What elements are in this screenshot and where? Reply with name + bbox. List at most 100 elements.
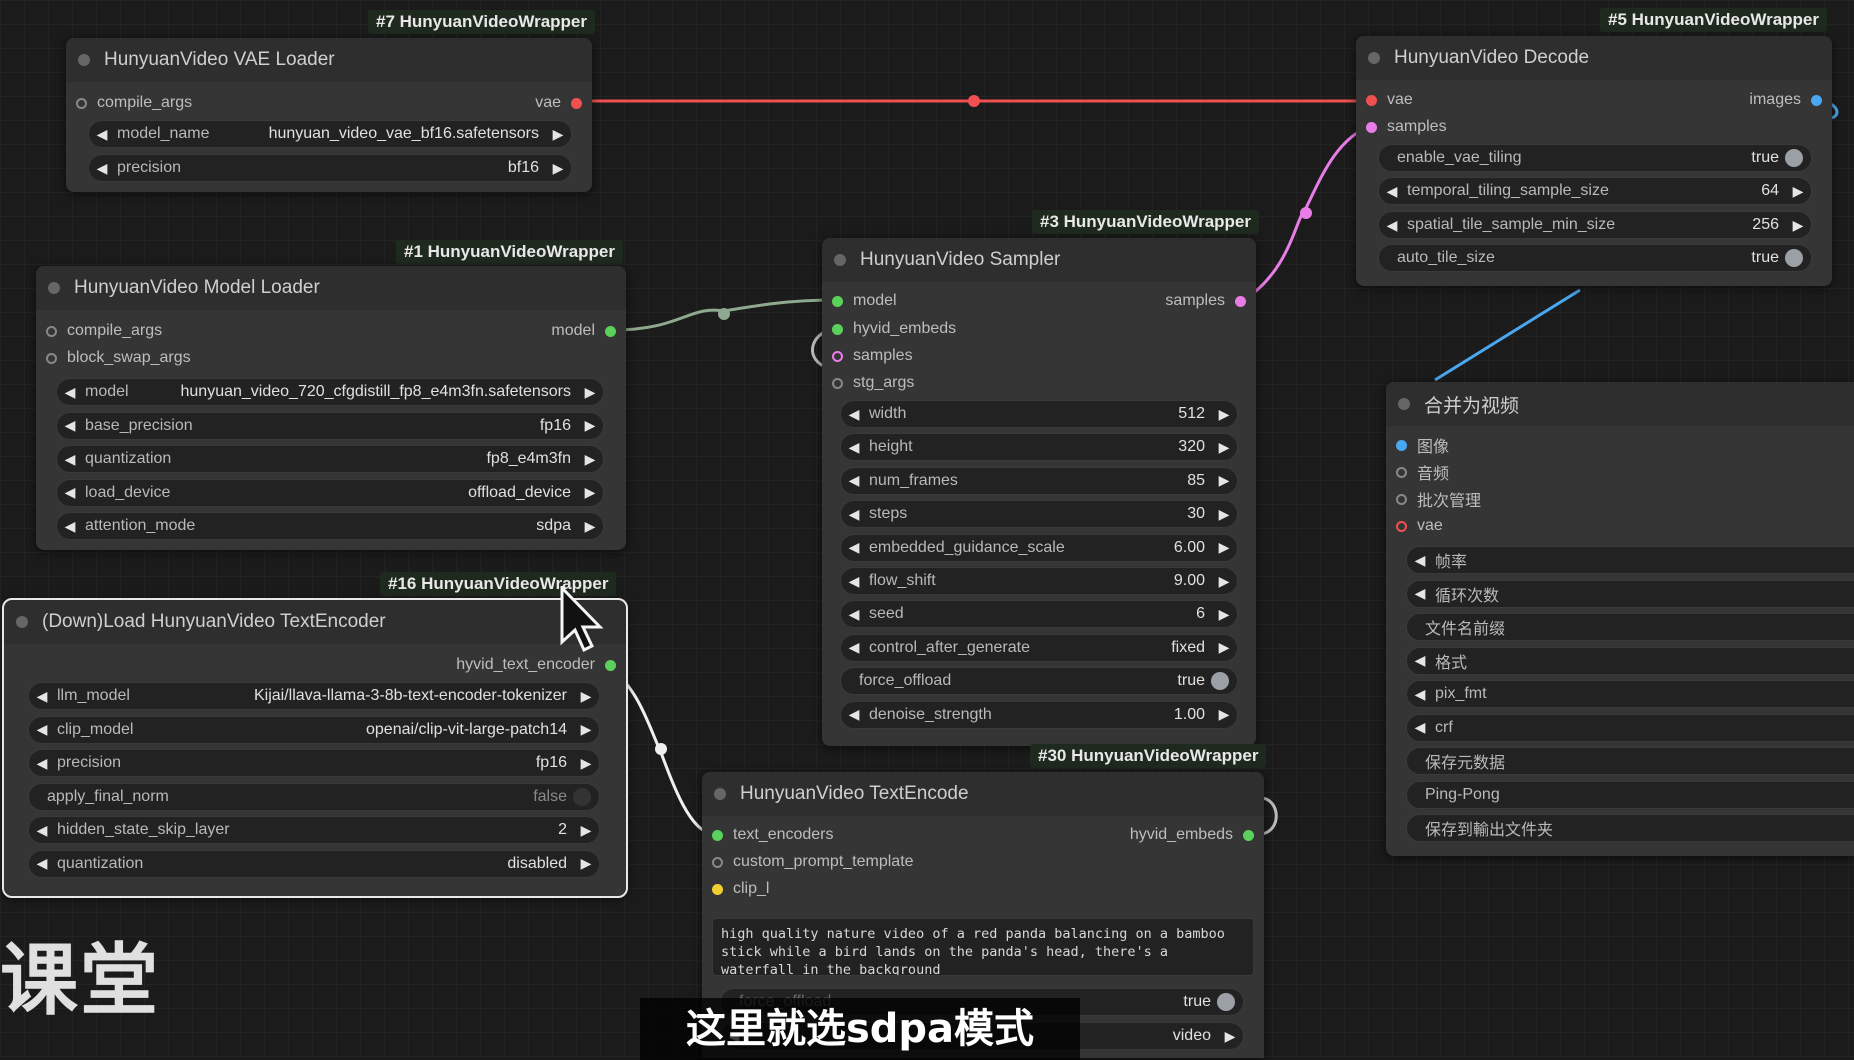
decrement-arrow-icon[interactable]: ◀ [841,606,867,623]
increment-arrow-icon[interactable]: ▶ [1211,439,1237,456]
socket-icon[interactable] [832,323,843,335]
video-combine-widget-6[interactable]: 保存元数据 [1406,747,1854,775]
decrement-arrow-icon[interactable]: ◀ [89,126,115,143]
socket-icon[interactable] [1396,520,1407,532]
decrement-arrow-icon[interactable]: ◀ [89,160,115,177]
socket-icon[interactable] [1243,829,1254,841]
socket-icon[interactable] [605,659,616,671]
decrement-arrow-icon[interactable]: ◀ [57,451,83,468]
input-batch-manager[interactable]: 批次管理 [1396,486,1481,512]
input-hyvid-embeds[interactable]: hyvid_embeds [832,316,956,342]
decrement-arrow-icon[interactable]: ◀ [841,472,867,489]
text-encoder-widget-llm-model[interactable]: ◀ llm_model Kijai/llava-llama-3-8b-text-en… [28,682,600,710]
increment-arrow-icon[interactable]: ▶ [1211,706,1237,723]
decrement-arrow-icon[interactable]: ◀ [841,706,867,723]
toggle-knob-icon[interactable] [1211,672,1229,691]
sampler-widget-height[interactable]: ◀ height 320 ▶ [840,433,1238,462]
decrement-arrow-icon[interactable]: ◀ [57,518,83,535]
input-vae[interactable]: vae [1396,513,1443,539]
sampler-widget-seed[interactable]: ◀ seed 6 ▶ [840,600,1238,629]
decrement-arrow-icon[interactable]: ◀ [29,855,55,872]
input-compile-args[interactable]: compile_args [76,90,192,116]
decrement-arrow-icon[interactable]: ◀ [29,688,55,705]
model-loader-widget-base-precision[interactable]: ◀ base_precision fp16 ▶ [56,411,604,440]
socket-icon[interactable] [712,856,723,868]
socket-icon[interactable] [832,350,843,362]
model-name-widget[interactable]: ◀ model_name hunyuan_video_vae_bf16.safete… [88,120,572,148]
decrement-arrow-icon[interactable]: ◀ [1379,217,1405,234]
text-encoder-widget-quantization[interactable]: ◀ quantization disabled ▶ [28,849,600,878]
socket-icon[interactable] [832,377,843,389]
toggle-knob-icon[interactable] [1785,249,1803,267]
socket-icon[interactable] [832,295,843,307]
decrement-arrow-icon[interactable]: ◀ [1407,652,1433,669]
socket-icon[interactable] [605,325,616,337]
decode-header[interactable]: HunyuanVideo Decode [1356,36,1832,80]
socket-icon[interactable] [712,883,723,895]
decrement-arrow-icon[interactable]: ◀ [1407,686,1433,703]
socket-icon[interactable] [76,97,87,109]
input-text-encoders[interactable]: text_encoders [712,822,834,848]
temporal-tiling-widget[interactable]: ◀ temporal_tiling_sample_size 64 ▶ [1378,177,1812,205]
toggle-knob-icon[interactable] [1785,149,1803,167]
increment-arrow-icon[interactable]: ▶ [573,755,599,772]
input-compile-args[interactable]: compile_args [46,318,162,344]
video-combine-widget-3[interactable]: ◀格式▶ [1406,646,1854,675]
decrement-arrow-icon[interactable]: ◀ [29,721,55,738]
decrement-arrow-icon[interactable]: ◀ [841,406,867,423]
increment-arrow-icon[interactable]: ▶ [1785,217,1811,234]
socket-icon[interactable] [712,829,723,841]
increment-arrow-icon[interactable]: ▶ [577,384,603,401]
socket-icon[interactable] [1366,121,1377,133]
increment-arrow-icon[interactable]: ▶ [1211,406,1237,423]
spatial-tile-widget[interactable]: ◀ spatial_tile_sample_min_size 256 ▶ [1378,211,1812,239]
video-combine-widget-0[interactable]: ◀帧率▶ [1406,546,1854,574]
increment-arrow-icon[interactable]: ▶ [545,126,571,143]
model-loader-widget-attention-mode[interactable]: ◀ attention_mode sdpa ▶ [56,512,604,540]
increment-arrow-icon[interactable]: ▶ [573,822,599,839]
input-samples[interactable]: samples [1366,114,1447,140]
model-loader-widget-quantization[interactable]: ◀ quantization fp8_e4m3fn ▶ [56,445,604,473]
vae-loader-node[interactable]: HunyuanVideo VAE Loader compile_args vae… [66,38,592,192]
decrement-arrow-icon[interactable]: ◀ [29,755,55,772]
increment-arrow-icon[interactable]: ▶ [1211,472,1237,489]
increment-arrow-icon[interactable]: ▶ [1211,539,1237,556]
toggle-knob-icon[interactable] [1217,993,1235,1011]
text-encoder-widget-clip-model[interactable]: ◀ clip_model openai/clip-vit-large-patch14… [28,715,600,744]
text-encoder-loader-node[interactable]: (Down)Load HunyuanVideo TextEncoder hyvi… [2,598,628,898]
output-images[interactable]: images [1749,87,1822,113]
video-combine-widget-7[interactable]: Ping-Pong [1406,780,1854,809]
socket-icon[interactable] [1366,94,1377,106]
collapse-dot-icon[interactable] [78,54,90,66]
increment-arrow-icon[interactable]: ▶ [573,721,599,738]
video-combine-header[interactable]: 合并为视频 [1386,382,1854,426]
input-vae[interactable]: vae [1366,87,1413,113]
socket-icon[interactable] [571,97,582,109]
socket-icon[interactable] [1396,493,1407,505]
video-combine-widget-4[interactable]: ◀pix_fmt▶ [1406,680,1854,708]
socket-icon[interactable] [1396,466,1407,478]
model-loader-widget-model[interactable]: ◀ model hunyuan_video_720_cfgdistill_fp8_e… [56,378,604,406]
output-vae[interactable]: vae [535,90,582,116]
video-combine-widget-1[interactable]: ◀循环次数▶ [1406,579,1854,608]
input-stg-args[interactable]: stg_args [832,370,914,396]
sampler-widget-denoise-strength[interactable]: ◀ denoise_strength 1.00 ▶ [840,700,1238,729]
video-combine-node[interactable]: 合并为视频 图像 音频 批次管理 vae ◀帧率▶ ◀循环次数▶ 文件名前缀 ◀格式▶… [1386,382,1854,856]
increment-arrow-icon[interactable]: ▶ [577,518,603,535]
increment-arrow-icon[interactable]: ▶ [1211,639,1237,656]
output-model[interactable]: model [551,318,616,344]
decrement-arrow-icon[interactable]: ◀ [29,822,55,839]
enable-vae-tiling-toggle[interactable]: enable_vae_tiling true [1378,144,1812,172]
precision-widget[interactable]: ◀ precision bf16 ▶ [88,154,572,182]
sampler-widget-embedded-guidance-scale[interactable]: ◀ embedded_guidance_scale 6.00 ▶ [840,533,1238,562]
decrement-arrow-icon[interactable]: ◀ [841,439,867,456]
output-hyvid-embeds[interactable]: hyvid_embeds [1130,822,1254,848]
increment-arrow-icon[interactable]: ▶ [577,417,603,434]
increment-arrow-icon[interactable]: ▶ [1785,183,1811,200]
decrement-arrow-icon[interactable]: ◀ [1407,719,1433,736]
decrement-arrow-icon[interactable]: ◀ [841,639,867,656]
video-combine-widget-8[interactable]: 保存到輸出文件夹 [1406,814,1854,842]
decrement-arrow-icon[interactable]: ◀ [57,484,83,501]
socket-icon[interactable] [1235,295,1246,307]
decode-node[interactable]: HunyuanVideo Decode vae images samples e… [1356,36,1832,286]
